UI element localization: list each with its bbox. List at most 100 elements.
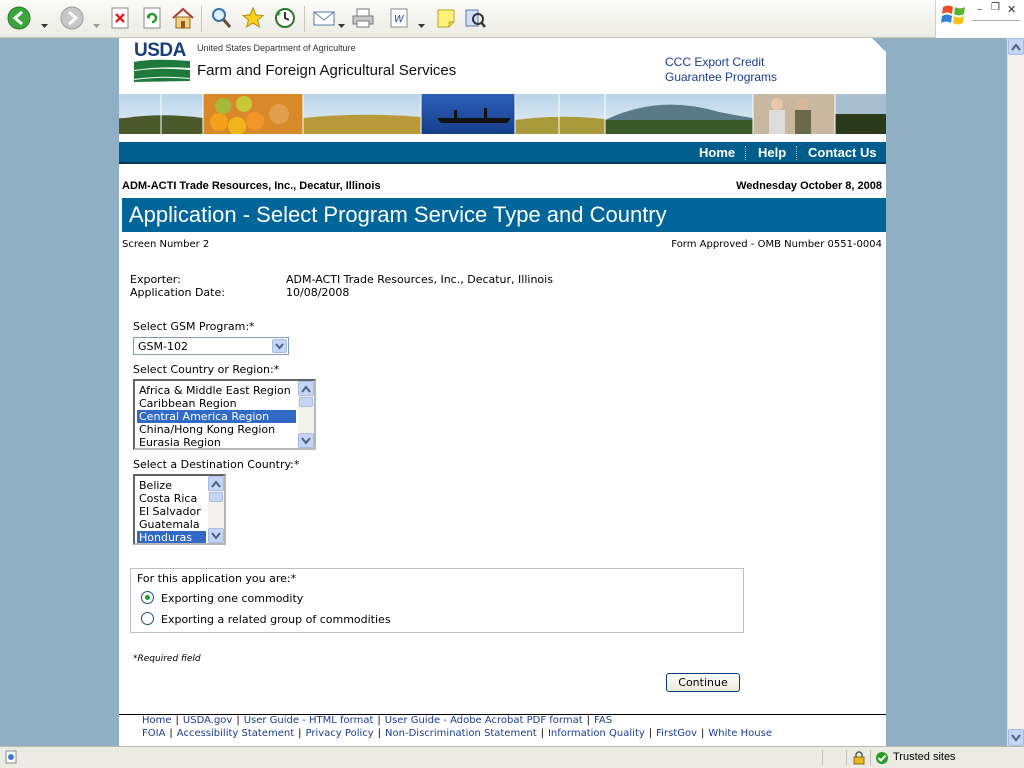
stop-icon[interactable] — [107, 5, 133, 31]
scroll-up-icon[interactable] — [1008, 38, 1024, 55]
omb-number: Form Approved - OMB Number 0551-0004 — [671, 239, 882, 250]
edit-dropdown-icon[interactable] — [418, 14, 425, 28]
nav-separator — [745, 146, 746, 160]
radio-group-commodities-label[interactable]: Exporting a related group of commodities — [161, 613, 391, 626]
country-option[interactable]: El Salvador — [137, 505, 201, 518]
gsm-program-value: GSM-102 — [138, 340, 188, 353]
discuss-note-icon[interactable] — [433, 5, 459, 31]
page-content: USDA United States Department of Agricul… — [119, 38, 886, 746]
edit-word-icon[interactable]: W — [386, 5, 412, 31]
country-option[interactable]: Belize — [137, 479, 172, 492]
research-icon[interactable] — [462, 5, 488, 31]
header-corner — [872, 38, 886, 52]
region-listbox[interactable]: Africa & Middle East Region Caribbean Re… — [133, 379, 316, 450]
destination-listbox[interactable]: Belize Costa Rica El Salvador Guatemala … — [133, 474, 226, 545]
radio-one-commodity[interactable] — [141, 591, 154, 604]
region-scrollbar[interactable] — [298, 381, 314, 448]
home-icon[interactable] — [170, 5, 196, 31]
footer-link-fas[interactable]: FAS — [594, 715, 612, 726]
footer-link-information-quality[interactable]: Information Quality — [548, 728, 645, 739]
radio-group-commodities[interactable] — [141, 612, 154, 625]
scroll-up-icon[interactable] — [208, 476, 224, 491]
back-icon[interactable] — [6, 5, 32, 31]
chevron-down-icon[interactable] — [272, 339, 287, 353]
restore-icon[interactable]: ❐ — [991, 2, 1000, 13]
check-icon — [876, 752, 888, 764]
country-option[interactable]: Costa Rica — [137, 492, 197, 505]
exporter-label: Exporter: — [130, 273, 181, 286]
scroll-down-icon[interactable] — [208, 528, 224, 543]
status-bar: Trusted sites — [0, 746, 1024, 768]
agency-name: Farm and Foreign Agricultural Services — [197, 62, 457, 79]
refresh-icon[interactable] — [139, 5, 165, 31]
destination-label: Select a Destination Country:* — [133, 458, 300, 471]
security-zone[interactable]: Trusted sites — [870, 750, 1007, 766]
page-title-bar: Application - Select Program Service Typ… — [122, 198, 886, 232]
scroll-down-icon[interactable] — [298, 433, 314, 448]
nav-contact-us[interactable]: Contact Us — [808, 145, 877, 160]
scroll-up-icon[interactable] — [298, 381, 314, 396]
region-option[interactable]: Africa & Middle East Region — [137, 384, 291, 397]
region-option[interactable]: China/Hong Kong Region — [137, 423, 275, 436]
nav-home[interactable]: Home — [699, 145, 735, 160]
footer-link-user-guide-html[interactable]: User Guide - HTML format — [244, 715, 374, 726]
footer-link-user-guide-pdf[interactable]: User Guide - Adobe Acrobat PDF format — [385, 715, 583, 726]
nav-help[interactable]: Help — [758, 145, 786, 160]
application-date-value: 10/08/2008 — [286, 286, 350, 299]
scroll-thumb[interactable] — [299, 397, 313, 407]
continue-button[interactable]: Continue — [666, 673, 740, 692]
site-header: USDA United States Department of Agricul… — [119, 38, 886, 94]
print-icon[interactable] — [350, 5, 376, 31]
current-date: Wednesday October 8, 2008 — [736, 180, 882, 192]
scroll-down-icon[interactable] — [1008, 729, 1024, 746]
close-window-icon[interactable]: ✕ — [1007, 3, 1016, 16]
footer-links-row2: FOIA | Accessibility Statement | Privacy Pol… — [142, 728, 772, 739]
history-icon[interactable] — [272, 5, 298, 31]
toolbar-separator — [201, 6, 202, 32]
gsm-program-select[interactable]: GSM-102 — [133, 337, 289, 355]
application-date-label: Application Date: — [130, 286, 225, 299]
region-option[interactable]: Caribbean Region — [137, 397, 237, 410]
browser-toolbar: W – ❐ ✕ — [0, 0, 1024, 38]
program-link[interactable]: CCC Export Credit Guarantee Programs — [665, 55, 777, 85]
lock-icon — [846, 750, 870, 766]
exporter-value: ADM-ACTI Trade Resources, Inc., Decatur,… — [286, 273, 553, 286]
region-option-selected[interactable]: Central America Region — [137, 410, 296, 423]
footer-link-non-discrimination[interactable]: Non-Discrimination Statement — [385, 728, 537, 739]
page-scrollbar[interactable] — [1007, 38, 1024, 746]
application-type-legend: For this application you are:* — [137, 572, 297, 585]
country-option[interactable]: Guatemala — [137, 518, 200, 531]
minimize-icon[interactable]: – — [977, 4, 982, 15]
footer-links-row1: Home | USDA.gov | User Guide - HTML format | U… — [142, 715, 613, 726]
footer-link-accessibility[interactable]: Accessibility Statement — [177, 728, 294, 739]
page-title: Application - Select Program Service Typ… — [129, 202, 667, 227]
footer-link-white-house[interactable]: White House — [708, 728, 772, 739]
program-link-line1: CCC Export Credit — [665, 55, 765, 69]
search-icon[interactable] — [208, 5, 234, 31]
banner-photo-strip — [119, 94, 886, 134]
forward-icon[interactable] — [59, 5, 85, 31]
footer-link-privacy[interactable]: Privacy Policy — [306, 728, 374, 739]
application-type-group: For this application you are:* Exporting… — [130, 568, 744, 633]
radio-one-commodity-label[interactable]: Exporting one commodity — [161, 592, 303, 605]
screen-number: Screen Number 2 — [122, 239, 210, 250]
window-divider — [972, 20, 1020, 21]
region-option[interactable]: Eurasia Region — [137, 436, 221, 448]
forward-dropdown-icon[interactable] — [93, 14, 100, 28]
country-scrollbar[interactable] — [208, 476, 224, 543]
back-dropdown-icon[interactable] — [41, 14, 48, 28]
nav-separator — [796, 146, 797, 160]
footer-link-usda[interactable]: USDA.gov — [183, 715, 232, 726]
scroll-thumb[interactable] — [209, 492, 223, 502]
department-name: United States Department of Agriculture — [197, 43, 356, 53]
mail-icon[interactable] — [311, 5, 337, 31]
footer-link-firstgov[interactable]: FirstGov — [656, 728, 697, 739]
country-option-selected[interactable]: Honduras — [137, 531, 206, 543]
footer-link-foia[interactable]: FOIA — [142, 728, 165, 739]
required-field-note: *Required field — [133, 654, 201, 664]
favorites-icon[interactable] — [240, 5, 266, 31]
mail-dropdown-icon[interactable] — [338, 14, 345, 28]
windows-flag-icon — [941, 5, 965, 25]
footer-link-home[interactable]: Home — [142, 715, 172, 726]
top-nav: Home Help Contact Us — [119, 142, 886, 164]
